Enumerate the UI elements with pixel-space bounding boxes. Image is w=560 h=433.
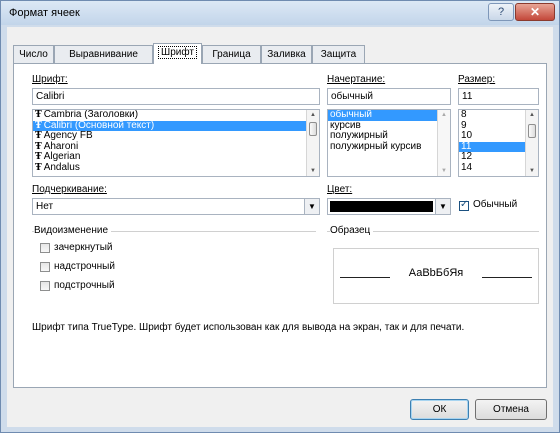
font-type-hint: Шрифт типа TrueType. Шрифт будет использ… [32,322,465,333]
size-input[interactable]: 11 [458,88,539,105]
truetype-icon: Ŧ [35,162,42,173]
color-picker[interactable]: ▼ [327,198,451,215]
tab-border[interactable]: Граница [202,45,261,63]
tab-alignment[interactable]: Выравнивание [54,45,153,63]
tab-number[interactable]: Число [13,45,54,63]
list-item[interactable]: обычный [328,110,450,121]
font-tab-panel: Шрифт: Calibri Ŧ Cambria (Заголовки) Ŧ Cal… [13,63,547,388]
scroll-up-icon[interactable]: ▲ [438,112,450,118]
close-button[interactable]: ✕ [515,3,555,21]
truetype-icon: Ŧ [35,141,42,152]
font-input[interactable]: Calibri [32,88,320,105]
scroll-up-icon[interactable]: ▲ [526,112,538,118]
title-bar[interactable]: Формат ячеек ? ✕ [1,1,559,25]
truetype-icon: Ŧ [35,152,42,162]
normal-font-label: Обычный [473,199,518,210]
dialog-body: Число Выравнивание Шрифт Граница Заливка… [7,27,553,427]
cancel-button[interactable]: Отмена [475,399,547,420]
font-label: Шрифт: [32,74,68,85]
subscript-label: подстрочный [54,280,115,291]
size-label: Размер: [458,74,496,85]
style-list-scrollbar[interactable]: ▲ ▼ [437,110,450,176]
tab-font[interactable]: Шрифт [153,43,202,64]
list-item[interactable]: полужирный [328,131,450,142]
tab-protection[interactable]: Защита [312,45,365,63]
scroll-thumb[interactable] [528,124,536,138]
chevron-down-icon[interactable]: ▼ [435,199,450,214]
size-list[interactable]: 8 9 10 11 12 14 ▲ ▼ [458,109,539,177]
style-input[interactable]: обычный [327,88,451,105]
scroll-down-icon[interactable]: ▼ [526,168,538,174]
underline-value: Нет [36,201,54,212]
format-cells-dialog: Формат ячеек ? ✕ Число Выравнивание Шриф… [0,0,560,433]
subscript-checkbox[interactable] [40,281,50,291]
ok-button[interactable]: ОК [410,399,469,420]
scroll-down-icon[interactable]: ▼ [438,168,450,174]
font-list[interactable]: Ŧ Cambria (Заголовки) Ŧ Calibri (Основной … [32,109,320,177]
font-list-scrollbar[interactable]: ▲ ▼ [306,110,319,176]
color-swatch [330,201,433,212]
strikethrough-label: зачеркнутый [54,242,113,253]
color-label: Цвет: [327,184,353,195]
normal-font-checkbox[interactable] [459,199,469,211]
dialog-title: Формат ячеек [9,7,80,19]
strikethrough-checkbox[interactable] [40,243,50,253]
superscript-label: надстрочный [54,261,115,272]
scroll-thumb[interactable] [309,122,317,136]
tab-fill[interactable]: Заливка [261,45,312,63]
underline-label: Подчеркивание: [32,184,107,195]
effects-label: Видоизменение [34,225,112,236]
scroll-down-icon[interactable]: ▼ [307,168,319,174]
list-item[interactable]: полужирный курсив [328,141,450,153]
scroll-up-icon[interactable]: ▲ [307,112,319,118]
size-list-scrollbar[interactable]: ▲ ▼ [525,110,538,176]
preview-box: АаBbБбЯя [333,248,539,304]
preview-baseline-right [482,277,532,278]
underline-select[interactable]: Нет ▼ [32,198,320,215]
help-button[interactable]: ? [488,3,514,21]
truetype-icon: Ŧ [35,110,42,120]
preview-label: Образец [330,225,374,236]
style-list[interactable]: обычный курсив полужирный полужирный кур… [327,109,451,177]
truetype-icon: Ŧ [35,120,42,131]
list-item[interactable]: Ŧ Andalus [33,162,319,174]
superscript-checkbox[interactable] [40,262,50,272]
chevron-down-icon[interactable]: ▼ [304,199,319,214]
truetype-icon: Ŧ [35,131,42,141]
style-label: Начертание: [327,74,386,85]
